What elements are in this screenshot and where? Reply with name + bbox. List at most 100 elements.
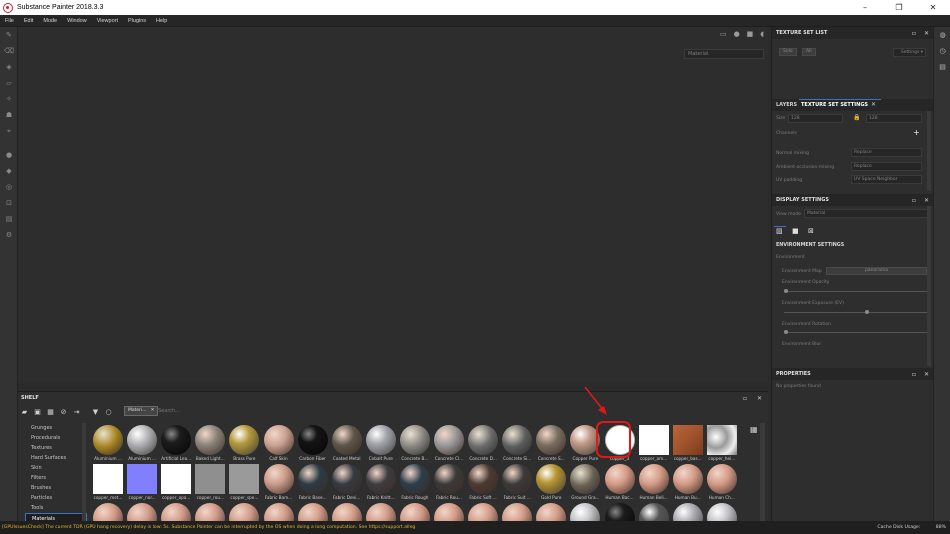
ao-mixing-dropdown[interactable]: Replace [851,162,922,171]
shelf-search-input[interactable]: Search... [158,406,288,416]
shelf-category-particles[interactable]: Particles [25,493,87,503]
float-panel-icon[interactable]: ▫ [912,371,916,378]
menu-help[interactable]: Help [151,18,172,24]
shelf-category-procedurals[interactable]: Procedurals [25,433,87,443]
sphere-render-icon[interactable]: ● [734,30,740,38]
close-panel-icon[interactable]: ✕ [757,395,762,402]
float-panel-icon[interactable]: ▫ [743,395,747,402]
material-thumbnail[interactable]: Fabric Knitt... [365,464,397,502]
material-thumbnail[interactable]: Fabric Base... [297,464,329,502]
smudge-icon[interactable]: ✧ [0,91,18,107]
import-icon[interactable]: ⇥ [70,405,83,418]
menu-viewport[interactable]: Viewport [92,18,123,24]
slider-knob[interactable] [784,330,788,334]
shelf-category-grunges[interactable]: Grunges [25,423,87,433]
environment-icon[interactable]: ◎ [0,179,18,195]
material-thumbnail[interactable]: copper_opa... [160,464,192,502]
material-thumbnail[interactable]: Fabric Suit ... [501,464,533,502]
close-panel-icon[interactable]: ✕ [924,371,929,378]
shelf-category-hard-surfaces[interactable]: Hard Surfaces [25,453,87,463]
size-width-field[interactable]: 128 [788,114,843,123]
viewer-settings-icon[interactable]: ⊠ [808,227,814,235]
viewport-material-dropdown[interactable]: Material [684,49,764,59]
tab-layers[interactable]: LAYERS [776,102,797,108]
material-thumbnail[interactable]: Carbon Fiber [297,425,329,463]
material-thumbnail[interactable]: Fabric Rou... [433,464,465,502]
eraser-icon[interactable]: ⌫ [0,43,18,59]
settings-dropdown[interactable]: Settings ▾ [893,48,926,57]
material-thumbnail[interactable]: copper_rou... [194,464,226,502]
material-thumbnail[interactable]: Baked Light... [194,425,226,463]
remove-filter-icon[interactable]: ✕ [151,407,155,415]
material-thumbnail[interactable]: Concrete Cl... [433,425,465,463]
shelf-category-skin[interactable]: Skin [25,463,87,473]
tab-texture-set-settings[interactable]: TEXTURE SET SETTINGS [801,102,868,108]
polygon-fill-icon[interactable]: ▱ [0,75,18,91]
close-panel-icon[interactable]: ✕ [924,30,929,37]
solo-button[interactable]: Solo [779,48,797,56]
category-scrollbar[interactable] [82,423,86,522]
material-thumbnail[interactable]: Fabric Soft ... [467,464,499,502]
material-thumbnail[interactable]: Aluminium ... [126,425,158,463]
float-panel-icon[interactable]: ▫ [912,197,916,204]
material-thumbnail[interactable]: Calf Skin [263,425,295,463]
hide-icon[interactable]: ⊘ [57,405,70,418]
material-thumbnail[interactable]: Concrete D... [467,425,499,463]
close-window-button[interactable]: ✕ [916,0,950,15]
projection-icon[interactable]: ◈ [0,59,18,75]
menu-window[interactable]: Window [62,18,92,24]
history-icon[interactable]: ◷ [934,43,950,59]
folder-icon[interactable]: ▭ [720,30,727,38]
material-thumbnail[interactable]: copper_bas... [672,425,704,463]
material-thumbnail[interactable]: copper_am... [638,425,670,463]
slider-knob[interactable] [864,310,869,314]
uv-padding-dropdown[interactable]: UV Space Neighbor [851,175,922,184]
menu-file[interactable]: File [0,18,19,24]
material-thumbnail[interactable]: copper_hei... [706,425,738,463]
lock-icon[interactable]: 🔒 [853,114,860,121]
slider-knob[interactable] [784,289,788,293]
material-thumbnail[interactable]: Fabric Bam... [263,464,295,502]
grid-view-icon[interactable]: ▦ [750,425,758,434]
close-tab-icon[interactable]: ✕ [871,101,876,108]
shelf-category-textures[interactable]: Textures [25,443,87,453]
add-channel-icon[interactable]: + [913,128,920,137]
paint-brush-icon[interactable]: ✎ [0,27,18,43]
material-thumbnail[interactable]: Human Bu... [672,464,704,502]
material-thumbnail[interactable]: Ground Gra... [569,464,601,502]
bake-icon[interactable]: ◆ [0,163,18,179]
menu-edit[interactable]: Edit [19,18,38,24]
library-icon[interactable]: ▦ [44,405,57,418]
all-button[interactable]: All [802,48,816,56]
image-settings-icon[interactable]: ▨ [776,227,783,235]
environment-rotation-slider[interactable] [784,330,927,334]
view-mode-dropdown[interactable]: Material [804,209,928,218]
material-thumbnail[interactable]: Concrete S... [535,425,567,463]
menu-mode[interactable]: Mode [38,18,62,24]
display-settings-scrollbar[interactable] [927,206,931,366]
menu-plugins[interactable]: Plugins [123,18,151,24]
camera-settings-icon[interactable]: ■ [792,227,799,235]
material-thumbnail[interactable]: Artificial Lea... [160,425,192,463]
material-thumbnail[interactable]: Human Ch... [706,464,738,502]
material-thumbnail[interactable]: Cobalt Pure [365,425,397,463]
materials-filter-chip[interactable]: Materi... ✕ [124,406,159,416]
3d-viewport[interactable]: ▭ ● ■ ◖ Material [18,27,768,383]
close-panel-icon[interactable]: ✕ [924,197,929,204]
open-folder-icon[interactable]: ▰ [18,405,31,418]
new-folder-icon[interactable]: ▣ [31,405,44,418]
settings-gear-icon[interactable]: ⚙ [0,227,18,243]
normal-mixing-dropdown[interactable]: Replace [851,148,922,157]
material-thumbnail[interactable]: Gold Pure [535,464,567,502]
shelf-category-filters[interactable]: Filters [25,473,87,483]
material-thumbnail[interactable]: Human Beli... [638,464,670,502]
material-thumbnail[interactable]: Fabric Deni... [331,464,363,502]
maximize-button[interactable]: ❐ [882,0,916,15]
material-thumbnail[interactable]: Human Bac... [604,464,636,502]
material-thumbnail[interactable]: Coated Metal [331,425,363,463]
material-thumbnail[interactable]: copper_nor... [126,464,158,502]
log-icon[interactable]: ▤ [934,59,950,75]
material-thumbnail[interactable]: copper_spe... [228,464,260,502]
clear-filter-icon[interactable]: ○ [102,405,115,418]
shelf-category-brushes[interactable]: Brushes [25,483,87,493]
